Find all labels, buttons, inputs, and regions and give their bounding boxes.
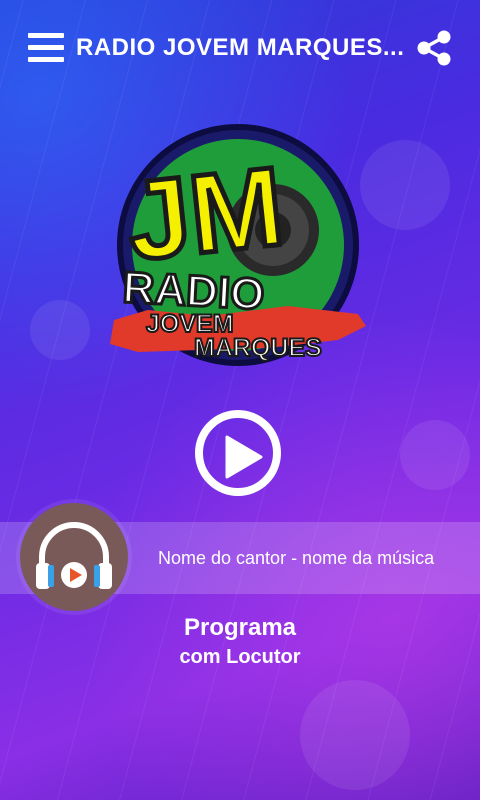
play-button[interactable] <box>195 410 281 496</box>
program-title: Programa <box>183 614 297 641</box>
album-cover <box>20 503 128 611</box>
top-bar: RADIO JOVEM MARQUES... <box>0 0 480 100</box>
track-info: Nome do cantor - nome da música <box>158 548 435 568</box>
play-icon <box>225 435 263 479</box>
program-host: com Locutor <box>179 646 301 668</box>
bokeh-light <box>300 680 410 790</box>
hamburger-menu-icon[interactable] <box>28 33 64 63</box>
station-logo: JM RADIO JOVEM MARQUES <box>108 120 372 384</box>
bokeh-light <box>400 420 470 490</box>
app-title: RADIO JOVEM MARQUES... <box>76 34 405 61</box>
bokeh-light <box>30 300 90 360</box>
headphones-play-icon <box>36 522 112 589</box>
logo-marques-text: MARQUES <box>194 334 322 362</box>
share-icon[interactable] <box>414 28 454 68</box>
bokeh-light <box>360 140 450 230</box>
logo-jm-text: JM <box>121 143 289 284</box>
